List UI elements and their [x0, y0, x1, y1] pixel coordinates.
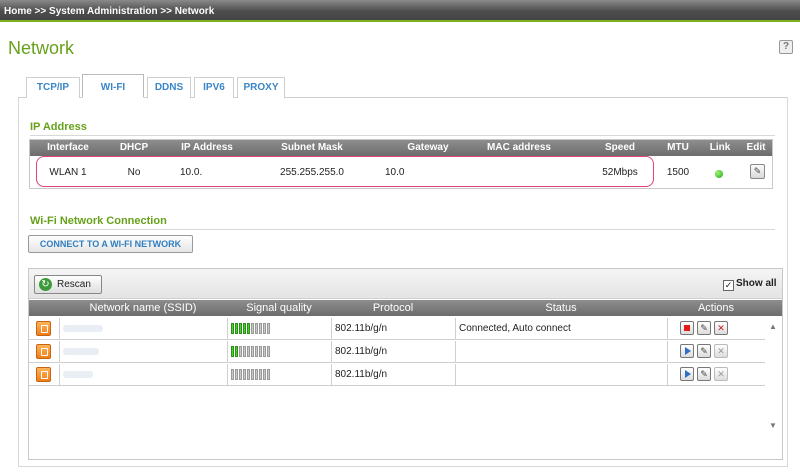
cell-ip-address: 10.0. [180, 167, 203, 178]
cell-status [455, 364, 667, 385]
col-dhcp: DHCP [119, 142, 149, 153]
ssid-redacted [63, 324, 103, 332]
cell-ssid [59, 364, 227, 385]
tab-proxy[interactable]: PROXY [237, 77, 285, 98]
ip-table-header: Interface DHCP IP Address Subnet Mask Ga… [30, 140, 772, 156]
refresh-icon: ↻ [39, 278, 52, 291]
col-subnet-mask: Subnet Mask [281, 142, 343, 153]
ip-table-row: WLAN 1 No 10.0. 255.255.255.0 10.0 52Mbp… [30, 156, 772, 188]
cell-ssid [59, 318, 227, 339]
cell-gateway: 10.0 [385, 167, 405, 178]
col-edit: Edit [746, 142, 766, 153]
cell-interface: WLAN 1 [49, 167, 87, 178]
connect-icon[interactable] [680, 367, 694, 381]
scroll-down-icon[interactable]: ▼ [769, 421, 777, 430]
wifi-table-header: Network name (SSID) Signal quality Proto… [29, 300, 782, 316]
top-bar: Home >> System Administration >> Network [0, 0, 800, 22]
cell-signal [227, 341, 331, 362]
delete-icon[interactable]: ✕ [714, 344, 728, 358]
cell-signal [227, 364, 331, 385]
signal-bars-icon [231, 346, 270, 357]
cell-actions: ✎ ✕ [667, 318, 765, 339]
signal-bars-icon [231, 369, 270, 380]
col-interface: Interface [47, 142, 89, 153]
col-link: Link [709, 142, 731, 153]
wifi-row[interactable]: 802.11b/g/n Connected, Auto connect ✎ ✕ [29, 318, 765, 340]
ip-section-title: IP Address [30, 121, 87, 133]
cell-status [455, 341, 667, 362]
show-all-label: Show all [736, 278, 777, 289]
link-status-icon [715, 170, 723, 178]
edit-icon[interactable]: ✎ [697, 367, 711, 381]
disconnect-icon[interactable] [680, 321, 694, 335]
wifi-network-list: ↻ Rescan ✓ Show all Network name (SSID) S… [28, 268, 783, 460]
connect-icon[interactable] [680, 344, 694, 358]
col-actions: Actions [697, 302, 735, 314]
lock-icon [36, 367, 51, 382]
cell-signal [227, 318, 331, 339]
breadcrumb: Home >> System Administration >> Network [4, 6, 215, 17]
col-speed: Speed [604, 142, 635, 153]
lock-icon [36, 321, 51, 336]
cell-ssid [59, 341, 227, 362]
cell-dhcp: No [127, 167, 141, 178]
cell-subnet-mask: 255.255.255.0 [280, 167, 344, 178]
tab-ddns[interactable]: DDNS [147, 77, 191, 98]
rescan-button[interactable]: ↻ Rescan [34, 275, 102, 294]
edit-icon[interactable]: ✎ [697, 321, 711, 335]
help-icon[interactable]: ? [779, 40, 793, 54]
cell-actions: ✎ ✕ [667, 341, 765, 362]
scroll-up-icon[interactable]: ▲ [769, 322, 777, 331]
connect-wifi-button[interactable]: CONNECT TO A WI-FI NETWORK [28, 235, 193, 253]
ssid-redacted [63, 370, 93, 378]
show-all-toggle[interactable]: ✓ Show all [723, 278, 777, 291]
wifi-row[interactable]: 802.11b/g/n ✎ ✕ [29, 341, 765, 363]
signal-bars-icon [231, 323, 270, 334]
edit-icon[interactable]: ✎ [697, 344, 711, 358]
cell-protocol: 802.11b/g/n [331, 341, 455, 362]
wifi-toolbar: ↻ Rescan ✓ Show all [29, 269, 782, 299]
col-mtu: MTU [667, 142, 689, 153]
ssid-redacted [63, 347, 99, 355]
col-ip-address: IP Address [181, 142, 233, 153]
col-status: Status [545, 302, 577, 314]
edit-icon[interactable]: ✎ [750, 164, 765, 179]
wifi-section-divider [30, 229, 775, 230]
page-title: Network [8, 38, 75, 58]
rescan-label: Rescan [57, 279, 91, 290]
tab-tcp-ip[interactable]: TCP/IP [26, 77, 80, 98]
wifi-section-title: Wi-Fi Network Connection [30, 215, 167, 227]
cell-speed: 52Mbps [602, 167, 638, 178]
col-protocol: Protocol [372, 302, 414, 314]
cell-mtu: 1500 [666, 167, 690, 178]
col-ssid: Network name (SSID) [89, 302, 197, 314]
cell-protocol: 802.11b/g/n [331, 364, 455, 385]
tab-ipv6[interactable]: IPV6 [194, 77, 234, 98]
col-mac-address: MAC address [487, 142, 551, 153]
ip-address-table: Interface DHCP IP Address Subnet Mask Ga… [29, 139, 773, 189]
cell-status: Connected, Auto connect [455, 318, 667, 339]
col-signal-quality: Signal quality [246, 302, 312, 314]
lock-icon [36, 344, 51, 359]
delete-icon[interactable]: ✕ [714, 321, 728, 335]
show-all-checkbox[interactable]: ✓ [723, 280, 734, 291]
delete-icon[interactable]: ✕ [714, 367, 728, 381]
cell-protocol: 802.11b/g/n [331, 318, 455, 339]
wifi-row[interactable]: 802.11b/g/n ✎ ✕ [29, 364, 765, 386]
cell-actions: ✎ ✕ [667, 364, 765, 385]
ip-section-divider [30, 135, 775, 136]
tab-wi-fi[interactable]: WI-FI [82, 74, 144, 98]
